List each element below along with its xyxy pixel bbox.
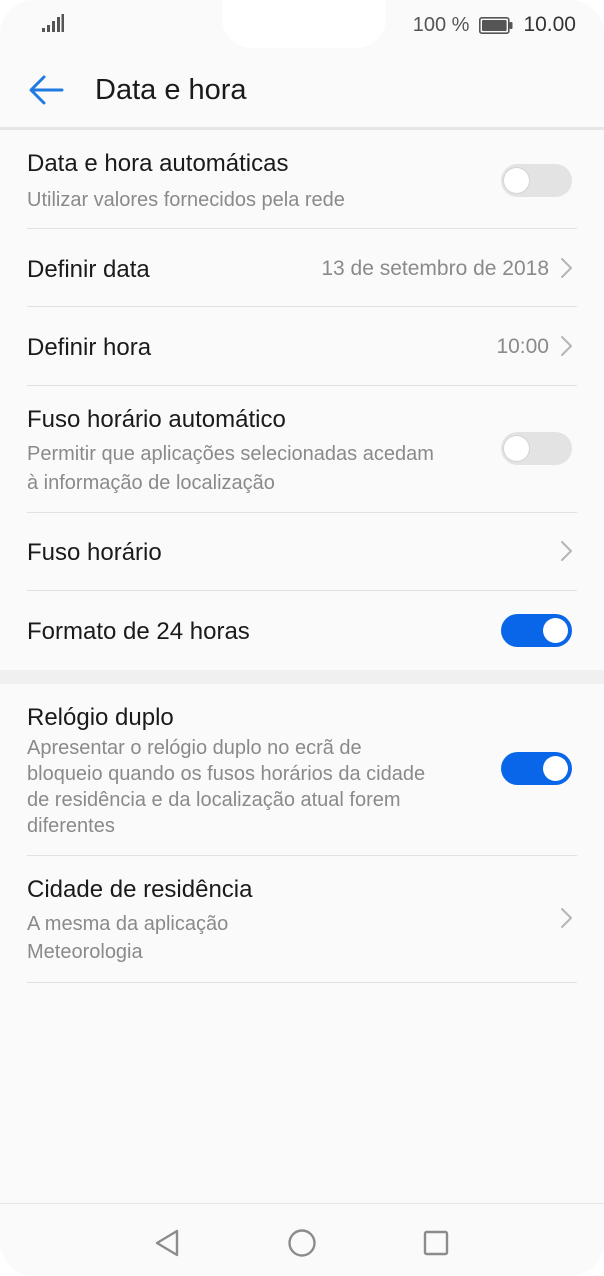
setting-set-date[interactable]: Definir data 13 de setembro de 2018 <box>27 229 577 307</box>
toggle-knob <box>504 436 529 461</box>
setting-description-line-3: de residência e da localização atual for… <box>27 789 401 811</box>
setting-auto-timezone[interactable]: Fuso horário automático Permitir que apl… <box>27 386 577 513</box>
navigation-bar <box>0 1204 604 1276</box>
chevron-right-icon <box>561 336 572 356</box>
setting-label: Data e hora automáticas <box>27 150 289 177</box>
auto-timezone-toggle[interactable] <box>501 432 572 465</box>
chevron-right-icon <box>561 541 572 561</box>
battery-icon <box>479 16 513 34</box>
nav-back-icon[interactable] <box>154 1228 180 1258</box>
auto-datetime-toggle[interactable] <box>501 164 572 197</box>
toggle-knob <box>504 168 529 193</box>
status-clock: 10.00 <box>523 13 576 36</box>
dual-clock-toggle[interactable] <box>501 752 572 785</box>
setting-description-line-4: diferentes <box>27 815 115 837</box>
setting-label: Definir hora <box>27 334 152 361</box>
setting-dual-clock[interactable]: Relógio duplo Apresentar o relógio duplo… <box>27 684 577 856</box>
display-notch <box>222 0 386 48</box>
setting-label: Definir data <box>27 256 150 283</box>
setting-label: Fuso horário automático <box>27 406 286 433</box>
arrow-left-icon[interactable] <box>28 74 64 106</box>
page-title: Data e hora <box>95 74 247 106</box>
setting-label: Formato de 24 horas <box>27 618 250 645</box>
date-value: 13 de setembro de 2018 <box>321 257 549 280</box>
setting-timezone[interactable]: Fuso horário <box>27 513 577 591</box>
section-divider <box>0 670 604 684</box>
setting-label: Relógio duplo <box>27 704 174 731</box>
setting-description: Utilizar valores fornecidos pela rede <box>27 189 345 211</box>
home-city-value-line-1: A mesma da aplicação <box>27 913 229 935</box>
setting-set-time[interactable]: Definir hora 10:00 <box>27 307 577 386</box>
status-right-group: 100 % 10.00 <box>413 13 576 37</box>
battery-percentage: 100 % <box>412 13 470 36</box>
setting-description-line-2: bloqueio quando os fusos horários da cid… <box>27 763 426 785</box>
signal-icon <box>42 14 64 32</box>
chevron-right-icon <box>561 908 572 928</box>
setting-home-city[interactable]: Cidade de residência A mesma da aplicaçã… <box>27 856 577 983</box>
app-bar: Data e hora <box>0 52 604 128</box>
setting-description-line-1: Apresentar o relógio duplo no ecrã de <box>27 737 362 759</box>
settings-screen: 100 % 10.00 Data e hora Data e hora auto… <box>0 0 604 1276</box>
chevron-right-icon <box>561 258 572 278</box>
toggle-knob <box>543 756 568 781</box>
setting-auto-datetime[interactable]: Data e hora automáticas Utilizar valores… <box>27 130 577 229</box>
setting-description-line-2: à informação de localização <box>27 472 275 494</box>
setting-24h-format[interactable]: Formato de 24 horas <box>27 591 577 670</box>
time-value: 10:00 <box>496 335 549 358</box>
format-24h-toggle[interactable] <box>501 614 572 647</box>
setting-description-line-1: Permitir que aplicações selecionadas ace… <box>27 443 434 465</box>
nav-home-icon[interactable] <box>287 1228 317 1258</box>
nav-recent-apps-icon[interactable] <box>423 1230 449 1256</box>
toggle-knob <box>543 618 568 643</box>
home-city-value-line-2: Meteorologia <box>27 941 143 963</box>
setting-label: Fuso horário <box>27 539 162 566</box>
status-bar: 100 % 10.00 <box>0 0 604 52</box>
setting-label: Cidade de residência <box>27 876 253 903</box>
